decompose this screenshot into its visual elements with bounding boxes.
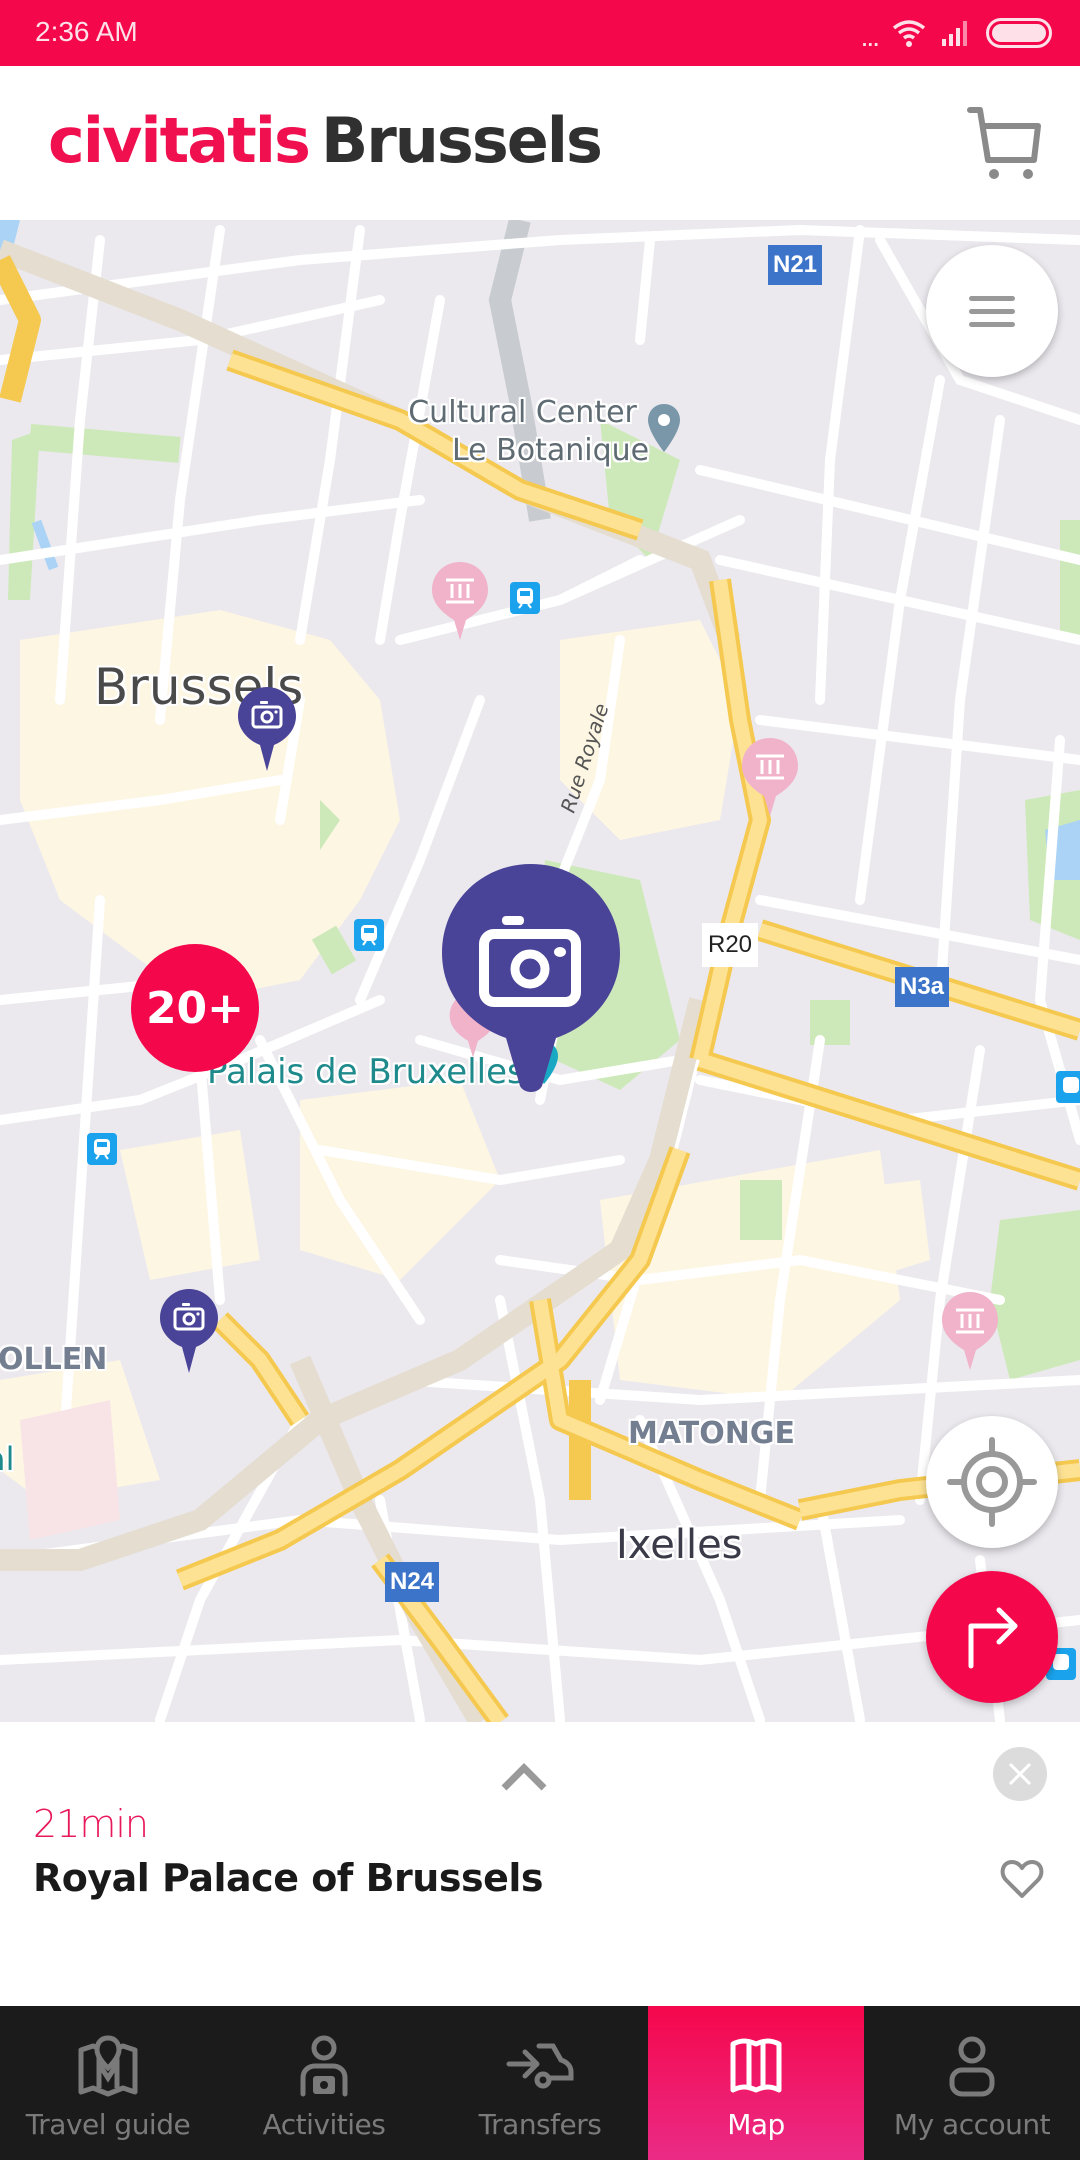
selected-activity-marker-camera-icon[interactable]	[440, 862, 622, 1094]
map-label-ixelles: Ixelles	[616, 1522, 743, 1568]
brand-title: civitatis Brussels	[48, 104, 603, 177]
travel-duration: 21min	[33, 1802, 149, 1846]
city-name: Brussels	[320, 104, 603, 177]
activities-icon	[300, 2035, 348, 2097]
account-icon	[949, 2036, 995, 2097]
metro-station-icon[interactable]	[1056, 1071, 1080, 1103]
nav-label: Travel guide	[25, 2108, 191, 2141]
map-label-marolles: OLLEN	[0, 1342, 108, 1377]
favorite-heart-icon[interactable]	[998, 1854, 1046, 1902]
nav-my-account[interactable]: My account	[864, 2006, 1080, 2160]
marker-cluster[interactable]: 20+	[131, 944, 259, 1072]
nav-label: Map	[727, 2108, 785, 2141]
activity-marker-camera-icon[interactable]	[236, 685, 298, 773]
metro-station-icon[interactable]	[87, 1133, 117, 1165]
museum-poi-icon[interactable]	[940, 1290, 1000, 1372]
nav-travel-guide[interactable]: Travel guide	[0, 2006, 216, 2160]
map-menu-button[interactable]	[926, 245, 1058, 377]
place-pin-icon[interactable]	[646, 402, 682, 454]
chevron-up-icon[interactable]	[500, 1758, 548, 1792]
place-title[interactable]: Royal Palace of Brussels	[33, 1856, 543, 1900]
locate-me-button[interactable]	[926, 1416, 1058, 1548]
close-sheet-button[interactable]	[993, 1747, 1047, 1801]
civitatis-logo: civitatis	[48, 104, 311, 177]
app-header: civitatis Brussels	[0, 66, 1080, 220]
nav-map[interactable]: Map	[648, 2006, 864, 2160]
road-label-r20: R20	[702, 923, 759, 967]
nav-label: Activities	[262, 2108, 386, 2141]
map-view[interactable]: Cultural Center Le Botanique Brussels Ru…	[0, 220, 1080, 1722]
wifi-icon	[892, 20, 926, 47]
close-icon	[1008, 1762, 1032, 1786]
cart-button[interactable]	[964, 102, 1044, 182]
status-bar: 2:36 AM ...	[0, 0, 1080, 66]
crosshair-icon	[947, 1437, 1037, 1527]
museum-poi-icon[interactable]	[430, 560, 490, 642]
turn-right-icon	[968, 1607, 1018, 1669]
place-bottom-sheet[interactable]: 21min Royal Palace of Brussels	[0, 1722, 1080, 2006]
notification-dots-icon: ...	[860, 21, 880, 52]
bottom-navigation: Travel guide Activities Transfers Map My…	[0, 2006, 1080, 2160]
map-icon	[730, 2038, 782, 2093]
nav-activities[interactable]: Activities	[216, 2006, 432, 2160]
map-label-matonge: MATONGE	[628, 1416, 795, 1451]
directions-button[interactable]	[926, 1571, 1058, 1703]
map-label-left-edge: al	[0, 1440, 15, 1478]
cart-icon	[967, 107, 1041, 179]
nav-label: My account	[893, 2108, 1051, 2141]
museum-poi-icon[interactable]	[740, 736, 800, 818]
travel-guide-icon	[78, 2035, 138, 2097]
status-icons: ...	[860, 16, 1052, 52]
map-label-cultural-center: Cultural Center Le Botanique	[408, 395, 650, 468]
signal-icon	[942, 21, 967, 46]
road-badge-n3a: N3a	[895, 967, 950, 1007]
transfers-icon	[506, 2043, 574, 2089]
metro-station-icon[interactable]	[354, 919, 384, 951]
nav-label: Transfers	[478, 2108, 602, 2141]
status-time: 2:36 AM	[35, 16, 138, 47]
activity-marker-camera-icon[interactable]	[158, 1287, 220, 1375]
battery-icon	[986, 18, 1052, 48]
menu-icon	[969, 296, 1015, 327]
nav-transfers[interactable]: Transfers	[432, 2006, 648, 2160]
metro-station-icon[interactable]	[510, 582, 540, 614]
road-badge-n24: N24	[385, 1562, 440, 1602]
road-badge-n21: N21	[768, 245, 823, 285]
